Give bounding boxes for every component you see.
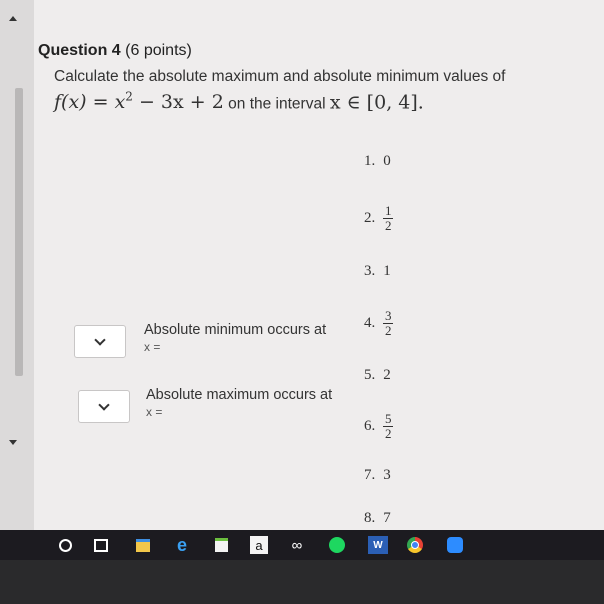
scroll-thumb[interactable] <box>15 88 23 376</box>
max-answer-dropdown[interactable] <box>78 390 130 423</box>
scroll-down-arrow-icon[interactable] <box>9 440 17 445</box>
min-prompt-label: Absolute minimum occurs at <box>144 322 327 338</box>
max-prompt-label: Absolute maximum occurs at <box>146 387 333 403</box>
monitor-bezel <box>0 560 604 604</box>
question-title: Question 4 (6 points) <box>38 42 192 60</box>
question-number: Question 4 <box>38 42 121 59</box>
max-prompt: Absolute maximum occurs at x = <box>146 387 332 419</box>
option-5: 5. 2 <box>364 367 391 383</box>
spotify-icon[interactable] <box>328 536 346 554</box>
question-text: Calculate the absolute maximum and absol… <box>54 68 506 85</box>
edge-icon[interactable]: e <box>173 535 191 555</box>
circle-icon[interactable] <box>56 536 74 554</box>
option-4: 4. 32 <box>364 308 394 338</box>
interval-expression: x ∈ [0, 4]. <box>329 91 424 114</box>
task-view-icon[interactable] <box>92 536 110 554</box>
interval-text: on the interval <box>228 95 326 113</box>
chevron-down-icon <box>98 398 110 411</box>
function-expression: f(x) = x2 − 3x + 2 <box>54 90 224 114</box>
option-8: 8. 7 <box>364 510 391 526</box>
option-2: 2. 12 <box>364 203 394 233</box>
amazon-icon[interactable]: a <box>250 536 268 554</box>
option-3: 3. 1 <box>364 263 391 279</box>
file-explorer-icon[interactable] <box>134 536 152 554</box>
max-prompt-x: x = <box>146 405 163 419</box>
chrome-icon[interactable] <box>406 536 424 554</box>
taskbar: e a ∞ W <box>0 530 604 560</box>
option-1: 1. 0 <box>364 153 391 169</box>
option-6: 6. 52 <box>364 411 394 441</box>
zoom-icon[interactable] <box>446 536 464 554</box>
word-icon[interactable]: W <box>368 536 388 554</box>
min-answer-dropdown[interactable] <box>74 325 126 358</box>
chevron-down-icon <box>94 333 106 346</box>
question-function-line: f(x) = x2 − 3x + 2 on the interval x ∈ [… <box>54 90 424 113</box>
infinity-icon[interactable]: ∞ <box>288 536 306 554</box>
option-7: 7. 3 <box>364 467 391 483</box>
store-icon[interactable] <box>212 536 230 554</box>
min-prompt-x: x = <box>144 340 161 354</box>
question-points: (6 points) <box>125 42 192 59</box>
scroll-up-arrow-icon[interactable] <box>9 16 17 21</box>
min-prompt: Absolute minimum occurs at x = <box>144 322 326 354</box>
scrollbar[interactable] <box>0 0 34 530</box>
question-panel: Question 4 (6 points) Calculate the abso… <box>34 0 604 530</box>
